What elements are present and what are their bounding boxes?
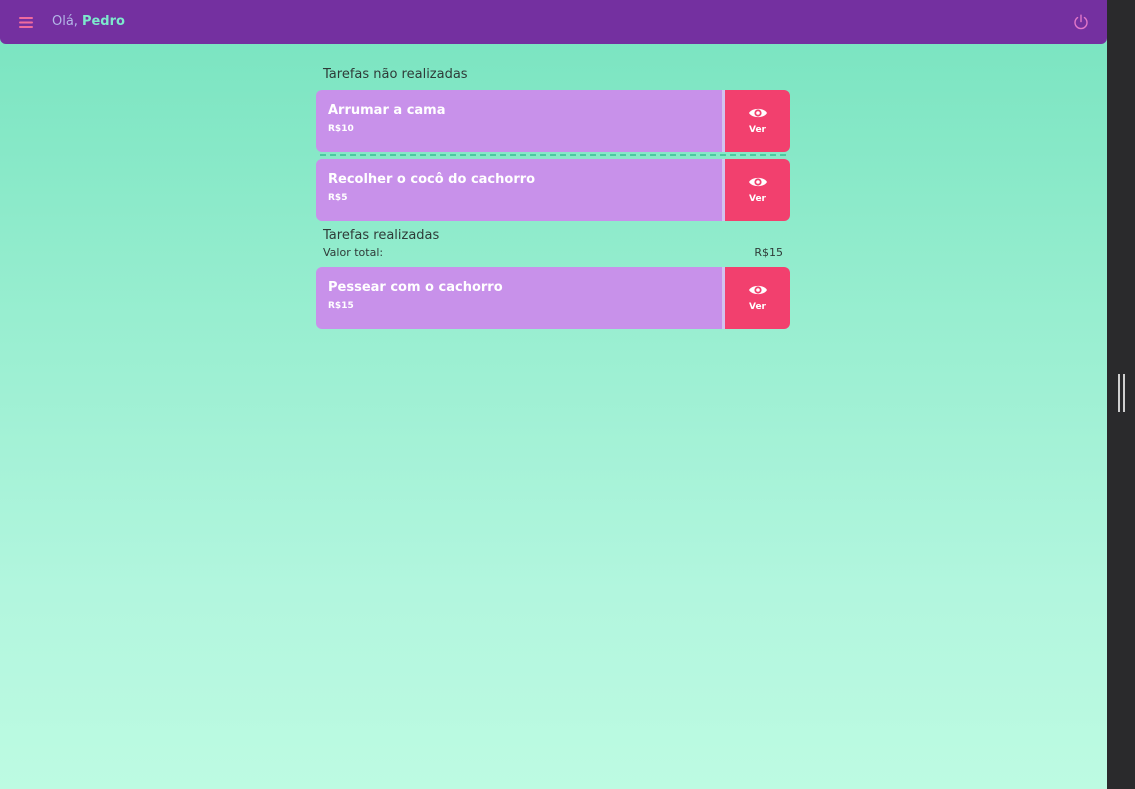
view-label: Ver (748, 194, 766, 204)
completed-section: Tarefas realizadas Valor total: R$15 Pes… (316, 227, 790, 329)
user-name: Pedro (81, 14, 125, 29)
view-task-button[interactable]: Ver (725, 267, 790, 329)
eye-icon (748, 108, 767, 118)
eye-icon (748, 285, 767, 295)
task-card[interactable]: Arrumar a cama R$10 Ver (316, 90, 790, 152)
task-info: Arrumar a cama R$10 (316, 90, 722, 152)
logout-button[interactable] (1070, 11, 1092, 33)
total-label: Valor total: (323, 246, 384, 259)
task-value: R$10 (328, 124, 354, 134)
completed-section-title: Tarefas realizadas (323, 228, 440, 243)
task-title: Arrumar a cama (328, 103, 446, 118)
task-value: R$15 (328, 301, 354, 311)
pending-section-title: Tarefas não realizadas (323, 67, 468, 82)
view-label: Ver (748, 125, 766, 135)
task-value: R$5 (328, 193, 348, 203)
eye-icon (748, 177, 767, 187)
top-bar: Olá, Pedro (0, 0, 1107, 44)
app-viewport: Olá, Pedro Tarefas não realizadas Arrumar… (0, 0, 1107, 789)
task-card[interactable]: Recolher o cocô do cachorro R$5 Ver (316, 159, 790, 221)
greeting: Olá, Pedro (52, 13, 125, 31)
resize-handle[interactable] (1118, 374, 1125, 412)
view-label: Ver (748, 302, 766, 312)
greeting-text: Olá, (52, 14, 78, 29)
task-card[interactable]: Pessear com o cachorro R$15 Ver (316, 267, 790, 329)
view-task-button[interactable]: Ver (725, 159, 790, 221)
task-list: Tarefas não realizadas Arrumar a cama R$… (316, 66, 790, 329)
task-title: Pessear com o cachorro (328, 280, 503, 295)
hamburger-menu-icon (19, 16, 33, 28)
task-info: Pessear com o cachorro R$15 (316, 267, 722, 329)
view-task-button[interactable]: Ver (725, 90, 790, 152)
total-value: R$15 (754, 246, 783, 259)
task-info: Recolher o cocô do cachorro R$5 (316, 159, 722, 221)
power-icon (1074, 14, 1088, 30)
task-title: Recolher o cocô do cachorro (328, 172, 536, 187)
total-row: Valor total: R$15 (323, 245, 783, 261)
dashed-separator (320, 152, 786, 159)
menu-button[interactable] (15, 11, 37, 33)
